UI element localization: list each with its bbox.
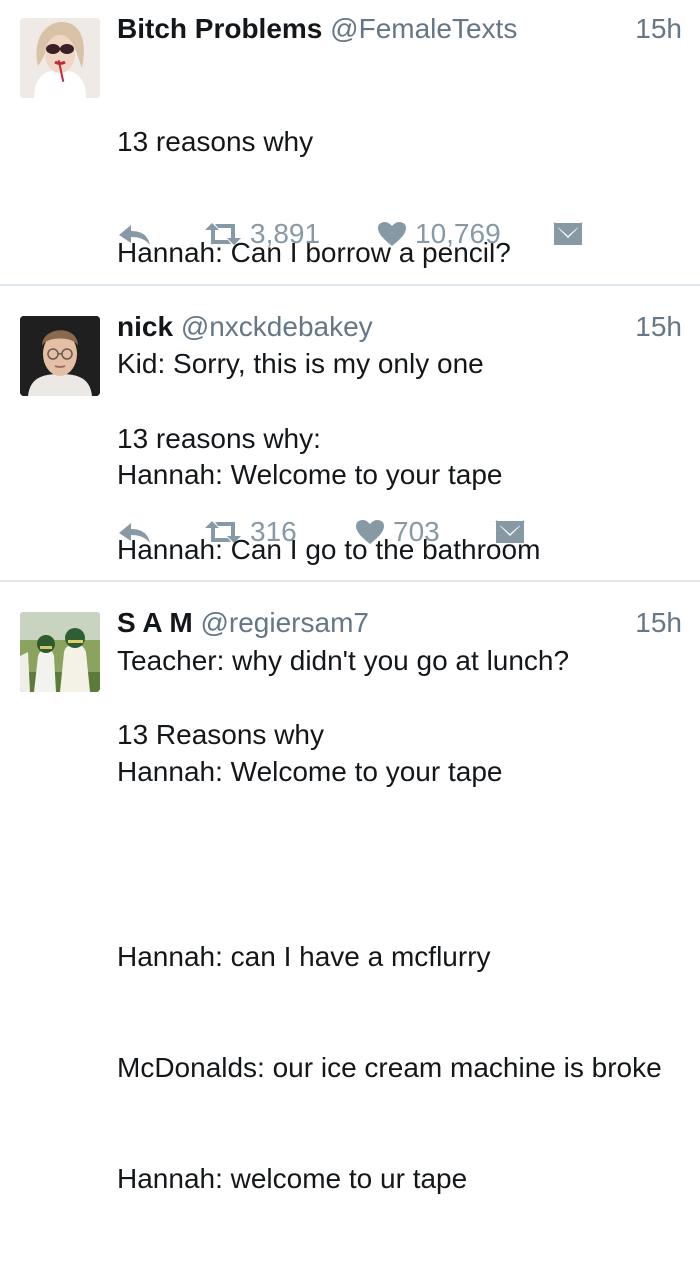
user-handle[interactable]: @regiersam7 bbox=[200, 607, 368, 638]
timestamp[interactable]: 15h bbox=[635, 12, 682, 46]
retweet-icon bbox=[205, 521, 241, 543]
tweet-text-line: 13 reasons why bbox=[117, 126, 314, 157]
display-name[interactable]: Bitch Problems bbox=[117, 13, 322, 44]
retweet-button[interactable]: 316 bbox=[204, 512, 297, 552]
avatar-image bbox=[20, 18, 100, 98]
avatar[interactable] bbox=[20, 18, 100, 98]
tweet-text-line: Hannah: welcome to ur tape bbox=[117, 1163, 468, 1194]
timestamp[interactable]: 15h bbox=[635, 606, 682, 640]
retweet-button[interactable]: 3,891 bbox=[204, 214, 320, 254]
avatar-image bbox=[20, 612, 100, 692]
direct-message-icon bbox=[495, 520, 525, 543]
reply-icon bbox=[119, 523, 150, 543]
user-handle[interactable]: @FemaleTexts bbox=[330, 13, 517, 44]
tweet-1[interactable]: Bitch Problems @FemaleTexts 15h 13 reaso… bbox=[0, 0, 700, 490]
retweet-count: 316 bbox=[250, 516, 297, 547]
heart-icon bbox=[356, 520, 384, 544]
tweet-actions: 3,891 10,769 bbox=[0, 214, 700, 254]
tweet-2[interactable]: nick @nxckdebakey 15h 13 reasons why: Ha… bbox=[0, 286, 700, 787]
user-handle[interactable]: @nxckdebakey bbox=[181, 311, 373, 342]
retweet-count: 3,891 bbox=[250, 218, 321, 249]
reply-icon bbox=[119, 225, 150, 245]
tweet-text-line: Hannah: can I have a mcflurry bbox=[117, 941, 491, 972]
avatar[interactable] bbox=[20, 612, 100, 692]
like-button[interactable]: 703 bbox=[355, 512, 440, 552]
direct-message-icon bbox=[553, 222, 583, 245]
tweet-header: nick @nxckdebakey bbox=[117, 310, 373, 344]
tweet-header: S A M @regiersam7 bbox=[117, 606, 369, 640]
like-count: 703 bbox=[393, 516, 440, 547]
tweet-actions: 316 703 bbox=[0, 512, 700, 552]
tweet-text-line: 13 Reasons why bbox=[117, 719, 325, 750]
tweet-text-line: McDonalds: our ice cream machine is brok… bbox=[117, 1052, 662, 1083]
tweet-text-line bbox=[117, 827, 662, 864]
heart-icon bbox=[378, 222, 406, 246]
tweet-text-line: 13 reasons why: bbox=[117, 423, 321, 454]
direct-message-button[interactable] bbox=[495, 512, 525, 552]
tweet-3[interactable]: S A M @regiersam7 15h 13 Reasons why Han… bbox=[0, 582, 700, 1194]
tweet-header: Bitch Problems @FemaleTexts bbox=[117, 12, 517, 46]
avatar[interactable] bbox=[20, 316, 100, 396]
timestamp[interactable]: 15h bbox=[635, 310, 682, 344]
display-name[interactable]: nick bbox=[117, 311, 173, 342]
like-button[interactable]: 10,769 bbox=[377, 214, 501, 254]
direct-message-button[interactable] bbox=[553, 214, 583, 254]
display-name[interactable]: S A M bbox=[117, 607, 193, 638]
reply-button[interactable] bbox=[117, 214, 151, 254]
reply-button[interactable] bbox=[117, 512, 151, 552]
tweet-text: 13 Reasons why Hannah: can I have a mcfl… bbox=[117, 642, 662, 1271]
retweet-icon bbox=[205, 223, 241, 245]
avatar-image bbox=[20, 316, 100, 396]
like-count: 10,769 bbox=[415, 218, 501, 249]
